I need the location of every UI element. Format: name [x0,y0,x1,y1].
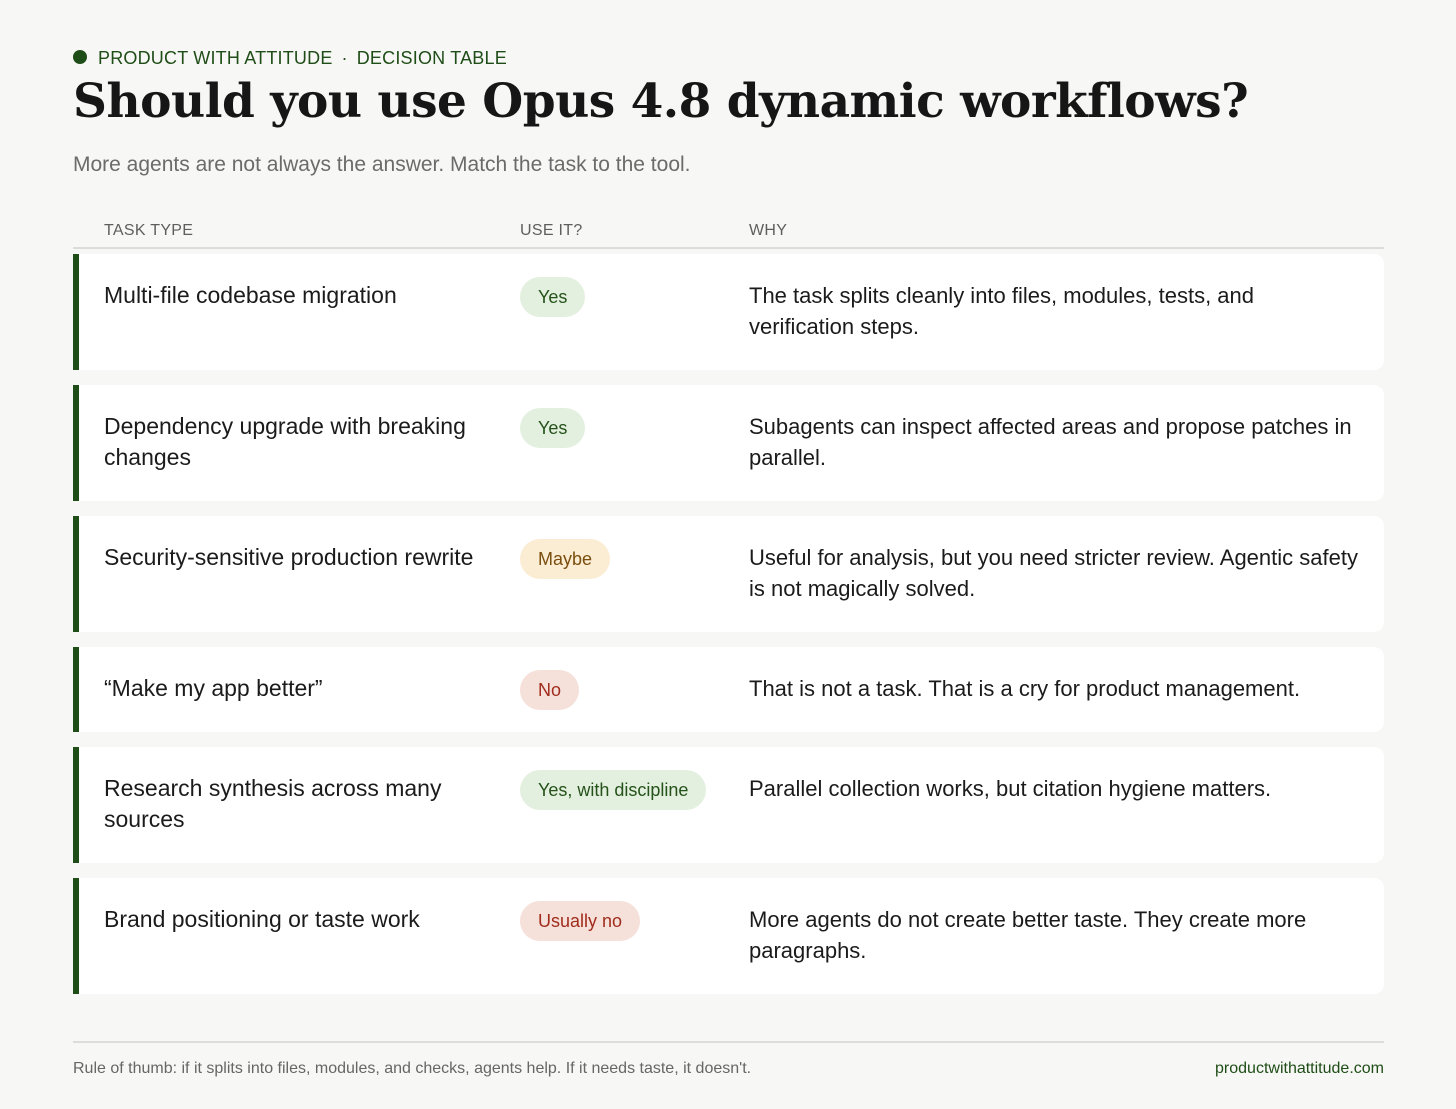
why-cell: That is not a task. That is a cry for pr… [749,676,1301,701]
task-type-cell: Security-sensitive production rewrite [104,544,474,570]
brand-dot-icon [73,49,87,64]
table-row: Research synthesis across many sources Y… [73,747,1384,863]
section-label: DECISION TABLE [356,48,507,68]
brand-name: PRODUCT WITH ATTITUDE [98,48,333,68]
use-it-badge: Yes [520,277,586,317]
use-it-badge: Yes, with discipline [520,770,707,810]
why-cell: Parallel collection works, but citation … [749,776,1272,801]
page-subtitle: More agents are not always the answer. M… [73,153,691,176]
task-type-cell: Research synthesis across many sources [104,775,442,832]
why-cell: The task splits cleanly into files, modu… [749,283,1255,339]
table-header: TASK TYPE USE IT? WHY [73,222,1384,249]
eyebrow-separator: · [341,48,348,68]
task-type-cell: “Make my app better” [104,675,323,701]
rule-of-thumb-note: Rule of thumb: if it splits into files, … [73,1060,752,1077]
task-type-cell: Brand positioning or taste work [104,906,420,932]
use-it-badge: Maybe [520,539,611,579]
site-link[interactable]: productwithattitude.com [1215,1060,1384,1078]
table-row: Brand positioning or taste work Usually … [73,878,1384,994]
footer-divider [73,1041,1384,1043]
table-row: Security-sensitive production rewrite Ma… [73,516,1384,632]
page-title: Should you use Opus 4.8 dynamic workflow… [73,74,1249,129]
use-it-badge: Usually no [520,901,641,941]
use-it-badge: No [520,670,580,710]
use-it-badge: Yes [520,408,586,448]
table-row: “Make my app better” No That is not a ta… [73,647,1384,732]
column-header-task-type: TASK TYPE [104,222,194,239]
why-cell: Useful for analysis, but you need strict… [749,545,1358,601]
task-type-cell: Multi-file codebase migration [104,282,397,308]
column-header-use-it: USE IT? [520,222,583,239]
task-type-cell: Dependency upgrade with breaking changes [104,413,466,470]
why-cell: Subagents can inspect affected areas and… [749,414,1352,470]
column-header-why: WHY [749,222,788,239]
table-row: Multi-file codebase migration Yes The ta… [73,254,1384,370]
why-cell: More agents do not create better taste. … [749,907,1307,963]
table-row: Dependency upgrade with breaking changes… [73,385,1384,501]
eyebrow: PRODUCT WITH ATTITUDE · DECISION TABLE [73,48,507,69]
